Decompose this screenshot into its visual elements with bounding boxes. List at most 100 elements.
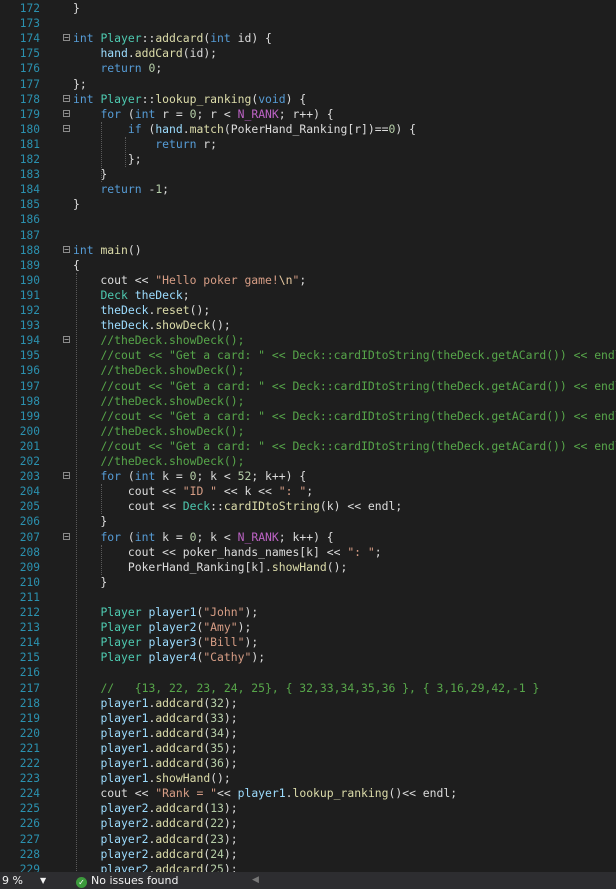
code-line[interactable]: 218 player1.addcard(32); [0,696,616,711]
code-line[interactable]: 204 cout << "ID " << k << ": "; [0,484,616,499]
collapse-icon[interactable]: − [63,245,70,253]
collapse-icon[interactable]: − [63,532,70,540]
code-line[interactable]: 188 − int main() [0,243,616,258]
code-line[interactable]: 210 } [0,575,616,590]
code-line[interactable]: 200 //theDeck.showDeck(); [0,424,616,439]
collapse-icon[interactable]: − [63,124,70,132]
code-text: //cout << "Get a card: " << Deck::cardID… [100,348,616,363]
code-editor[interactable]: 172} 173 174− int Player::addcard(int id) {… [0,0,616,872]
code-line[interactable]: 214 Player player3("Bill"); [0,635,616,650]
code-line[interactable]: 184 return -1; [0,182,616,197]
line-number: 213 [19,621,40,635]
code-line[interactable]: 227 player2.addcard(23); [0,832,616,847]
collapse-icon[interactable]: − [63,94,70,102]
code-line[interactable]: 222 player1.addcard(36); [0,756,616,771]
collapse-icon[interactable]: − [63,34,70,42]
code-line[interactable]: 203 − for (int k = 0; k < 52; k++) { [0,469,616,484]
line-number: 205 [19,500,40,514]
code-line[interactable]: 185} [0,197,616,212]
code-line[interactable]: 217 // {13, 22, 23, 24, 25}, { 32,33,34,… [0,681,616,696]
code-line[interactable]: 195 //cout << "Get a card: " << Deck::ca… [0,348,616,363]
code-text: for (int r = 0; r < N_RANK; r++) { [100,106,334,121]
line-number: 226 [19,817,40,831]
code-text: player1.addcard(32); [100,695,238,710]
code-text: player2.addcard(13); [100,801,238,816]
code-line[interactable]: 178 − int Player::lookup_ranking(void) { [0,92,616,107]
code-line[interactable]: 226 player2.addcard(22); [0,816,616,831]
code-line[interactable]: 186 [0,212,616,227]
issues-label: No issues found [91,874,179,887]
code-line[interactable]: 172} [0,1,616,16]
line-number: 176 [19,62,40,76]
code-line[interactable]: 182 }; [0,152,616,167]
code-line[interactable]: 223 player1.showHand(); [0,771,616,786]
code-text: } [73,1,80,15]
code-text: //theDeck.showDeck(); [100,333,245,348]
code-line[interactable]: 187 [0,228,616,243]
code-text: Player player4("Cathy"); [100,650,266,665]
code-line[interactable]: 225 player2.addcard(13); [0,801,616,816]
code-line[interactable]: 179 − for (int r = 0; r < N_RANK; r++) { [0,107,616,122]
issues-indicator[interactable]: ✓ No issues found [76,872,178,889]
code-line[interactable]: 211 [0,590,616,605]
code-line[interactable]: 219 player1.addcard(33); [0,711,616,726]
collapse-icon[interactable]: − [63,109,70,117]
code-line[interactable]: 207 − for (int k = 0; k < N_RANK; k++) { [0,530,616,545]
code-line[interactable]: 189 { [0,258,616,273]
code-text: for (int k = 0; k < 52; k++) { [100,469,307,484]
code-text: Player player1("John"); [100,605,259,619]
line-number: 175 [19,47,40,61]
code-line[interactable]: 209 PokerHand_Ranking[k].showHand(); [0,560,616,575]
code-line[interactable]: 183 } [0,167,616,182]
line-number: 216 [19,666,40,680]
code-line[interactable]: 212 Player player1("John"); [0,605,616,620]
code-line[interactable]: 221 player1.addcard(35); [0,741,616,756]
code-line[interactable]: 205 cout << Deck::cardIDtoString(k) << e… [0,499,616,514]
line-number: 215 [19,651,40,665]
code-line[interactable]: 198 //theDeck.showDeck(); [0,394,616,409]
code-line[interactable]: 216 [0,665,616,680]
code-line[interactable]: 190 cout << "Hello poker game!\n"; [0,273,616,288]
code-line[interactable]: 213 Player player2("Amy"); [0,620,616,635]
line-number: 180 [19,122,40,136]
code-line[interactable]: 199 //cout << "Get a card: " << Deck::ca… [0,409,616,424]
code-line[interactable]: 206 } [0,514,616,529]
code-line[interactable]: 181 return r; [0,137,616,152]
line-number: 199 [19,409,40,423]
code-line[interactable]: 191 Deck theDeck; [0,288,616,303]
line-number: 197 [19,379,40,393]
scroll-left-icon[interactable]: ◀ [252,872,259,889]
line-number: 195 [19,349,40,363]
line-number: 189 [19,258,40,272]
code-line[interactable]: 220 player1.addcard(34); [0,726,616,741]
code-line[interactable]: 202 //theDeck.showDeck(); [0,454,616,469]
code-line[interactable]: 201 //cout << "Get a card: " << Deck::ca… [0,439,616,454]
code-text: Player player3("Bill"); [100,635,259,650]
code-line[interactable]: 196 //theDeck.showDeck(); [0,363,616,378]
code-line[interactable]: 177}; [0,77,616,92]
zoom-level[interactable]: 9 % [2,872,23,889]
code-line[interactable]: 174 − int Player::addcard(int id) { [0,31,616,46]
code-line[interactable]: 208 cout << poker_hands_names[k] << ": "… [0,545,616,560]
code-line[interactable]: 180 − if (hand.match(PokerHand_Ranking[r]… [0,122,616,137]
line-number: 206 [19,515,40,529]
code-line[interactable]: 215 Player player4("Cathy"); [0,650,616,665]
code-text: //theDeck.showDeck(); [100,393,245,408]
line-number: 228 [19,847,40,861]
code-line[interactable]: 228 player2.addcard(24); [0,847,616,862]
code-line[interactable]: 192 theDeck.reset(); [0,303,616,318]
code-line[interactable]: 229 player2.addcard(25); [0,862,616,872]
zoom-dropdown-icon[interactable]: ▼ [40,872,46,889]
code-text: }; [73,152,142,166]
code-line[interactable]: 197 //cout << "Get a card: " << Deck::ca… [0,379,616,394]
line-number: 198 [19,394,40,408]
code-line[interactable]: 194 − //theDeck.showDeck(); [0,333,616,348]
code-line[interactable]: 175 hand.addCard(id); [0,46,616,61]
code-line[interactable]: 173 [0,16,616,31]
code-line[interactable]: 224 cout << "Rank = "<< player1.lookup_r… [0,786,616,801]
collapse-icon[interactable]: − [63,472,70,480]
collapse-icon[interactable]: − [63,336,70,344]
code-text: for (int k = 0; k < N_RANK; k++) { [100,529,334,544]
code-line[interactable]: 193 theDeck.showDeck(); [0,318,616,333]
code-line[interactable]: 176 return 0; [0,61,616,76]
